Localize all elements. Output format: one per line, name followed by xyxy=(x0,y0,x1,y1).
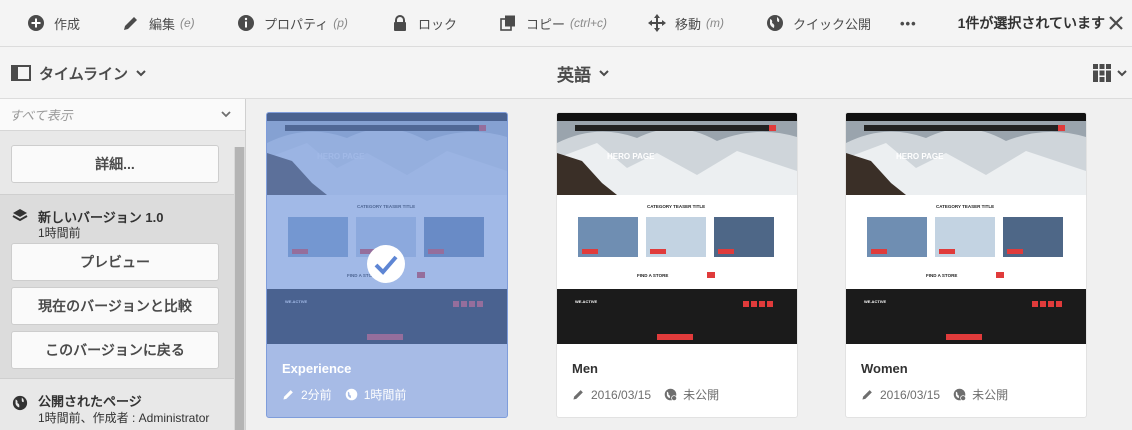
properties-button[interactable]: プロパティ (p) xyxy=(237,0,348,46)
card-published: 1時間前 xyxy=(363,388,407,402)
published-entry: 公開されたページ 1時間前、作成者 : Administrator xyxy=(0,380,234,430)
rail-icon xyxy=(11,65,31,81)
card-title: Men xyxy=(572,361,598,376)
selection-count: 1件が選択されています xyxy=(957,15,1105,31)
thumb-hero-text: HERO PAGE xyxy=(896,152,944,161)
move-shortcut: (m) xyxy=(706,16,725,30)
card-meta: 2分前 1時間前 xyxy=(282,386,406,403)
more-icon: ••• xyxy=(900,15,917,31)
timeline-filter-select[interactable]: すべて表示 xyxy=(0,99,245,131)
card-published: 未公開 xyxy=(972,388,1009,402)
close-icon[interactable] xyxy=(1106,13,1126,33)
thumb-brand-text: WE.ACTIVE xyxy=(864,299,887,304)
rail-toggle-button[interactable]: タイムライン xyxy=(11,47,146,99)
details-button[interactable]: 詳細... xyxy=(11,145,219,183)
quick-publish-button[interactable]: クイック公開 xyxy=(766,0,871,46)
card-published: 未公開 xyxy=(683,388,720,402)
card-meta: 2016/03/15 未公開 xyxy=(861,386,1008,403)
version-entry: 新しいバージョン 1.0 1時間前 プレビュー 現在のバージョンと比較 このバー… xyxy=(0,194,234,379)
thumb-brand-text: WE.ACTIVE xyxy=(575,299,598,304)
scrollbar-thumb[interactable] xyxy=(235,147,244,430)
published-info: 1時間前、作成者 : Administrator xyxy=(38,411,210,425)
globe-icon xyxy=(12,395,28,411)
edit-shortcut: (e) xyxy=(180,16,195,30)
move-icon xyxy=(648,14,666,32)
copy-icon xyxy=(500,15,515,31)
page-card-men[interactable]: HERO PAGE CATEGORY TEASER TITLE FIND A S… xyxy=(556,112,798,418)
lock-icon xyxy=(394,15,406,31)
secondary-bar: タイムライン 英語 xyxy=(0,47,1132,99)
lock-button[interactable]: ロック xyxy=(391,0,457,46)
copy-shortcut: (ctrl+c) xyxy=(570,16,608,30)
globe-off-icon xyxy=(664,388,678,401)
edit-button[interactable]: 編集 (e) xyxy=(122,0,195,46)
action-bar: 作成 編集 (e) プロパティ (p) ロック コピー (ctrl+c) 移動 (m) … xyxy=(0,0,1132,47)
card-modified: 2分前 xyxy=(301,388,332,402)
selected-check-icon xyxy=(367,245,405,283)
card-title: Women xyxy=(861,361,908,376)
compare-button[interactable]: 現在のバージョンと比較 xyxy=(11,287,219,325)
page-thumbnail: HERO PAGE CATEGORY TEASER TITLE FIND A S… xyxy=(846,113,1086,344)
globe-icon xyxy=(767,15,783,31)
published-title: 公開されたページ xyxy=(38,394,142,409)
properties-shortcut: (p) xyxy=(333,16,348,30)
edit-label: 編集 xyxy=(149,16,176,32)
preview-button[interactable]: プレビュー xyxy=(11,243,219,281)
pencil-icon xyxy=(283,390,293,400)
page-thumbnail: HERO PAGE CATEGORY TEASER TITLE FIND A S… xyxy=(557,113,797,344)
version-time: 1時間前 xyxy=(38,226,81,240)
chevron-down-icon xyxy=(221,111,231,118)
card-modified: 2016/03/15 xyxy=(591,387,652,402)
copy-label: コピー xyxy=(526,16,566,32)
card-title: Experience xyxy=(282,361,352,376)
revert-button[interactable]: このバージョンに戻る xyxy=(11,331,219,369)
rail-label: タイムライン xyxy=(39,65,128,83)
card-meta: 2016/03/15 未公開 xyxy=(572,386,719,403)
view-switcher[interactable] xyxy=(1093,64,1127,82)
thumb-teaser-text: CATEGORY TEASER TITLE xyxy=(936,204,994,209)
thumb-hero-text: HERO PAGE xyxy=(607,152,655,161)
language-label: 英語 xyxy=(557,65,591,85)
page-thumbnail: HERO PAGE CATEGORY TEASER TITLE FIND A S… xyxy=(267,113,507,344)
pencil-icon xyxy=(573,390,583,400)
language-selector[interactable]: 英語 xyxy=(557,47,609,99)
filter-label: すべて表示 xyxy=(9,108,73,123)
quick-publish-label: クイック公開 xyxy=(793,16,872,32)
create-button[interactable]: 作成 xyxy=(27,0,80,46)
chevron-down-icon xyxy=(599,69,609,76)
pencil-icon xyxy=(862,390,872,400)
thumb-teaser-text: CATEGORY TEASER TITLE xyxy=(647,204,705,209)
globe-icon xyxy=(345,388,357,401)
timeline-rail: すべて表示 詳細... 新しいバージョン 1.0 1時間前 プレビュー 現在のバ… xyxy=(0,99,246,430)
create-label: 作成 xyxy=(54,16,81,32)
card-modified: 2016/03/15 xyxy=(880,387,941,402)
globe-off-icon xyxy=(953,388,967,401)
page-card-women[interactable]: HERO PAGE CATEGORY TEASER TITLE FIND A S… xyxy=(845,112,1087,418)
info-icon xyxy=(238,15,254,31)
thumb-store-text: FIND A STORE xyxy=(637,273,668,278)
layers-icon xyxy=(12,209,28,222)
copy-button[interactable]: コピー (ctrl+c) xyxy=(499,0,607,46)
more-button[interactable]: ••• xyxy=(900,0,917,46)
pencil-icon xyxy=(124,17,137,30)
page-card-experience[interactable]: HERO PAGE CATEGORY TEASER TITLE FIND A S… xyxy=(266,112,508,418)
lock-label: ロック xyxy=(418,16,458,32)
card-view-icon xyxy=(1093,64,1111,82)
chevron-down-icon xyxy=(136,69,146,76)
move-label: 移動 xyxy=(675,16,702,32)
properties-label: プロパティ xyxy=(264,16,329,32)
thumb-store-text: FIND A STORE xyxy=(926,273,957,278)
chevron-down-icon xyxy=(1117,69,1127,76)
move-button[interactable]: 移動 (m) xyxy=(648,0,724,46)
plus-circle-icon xyxy=(28,15,44,31)
